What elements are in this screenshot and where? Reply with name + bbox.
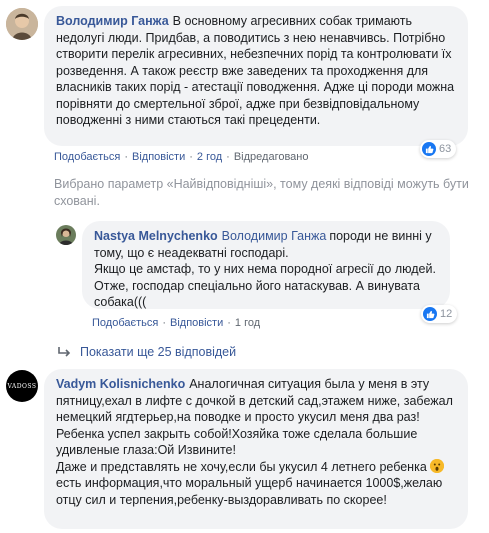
like-link[interactable]: Подобається — [54, 151, 120, 163]
surprised-emoji-icon — [430, 458, 445, 473]
avatar-logo: VADOSS — [7, 382, 37, 390]
comment-actions: Подобається · Відповісти · 2 год · Відре… — [54, 151, 309, 163]
like-icon — [423, 307, 437, 321]
reaction-count-value: 63 — [439, 143, 452, 155]
reaction-count[interactable]: 63 — [420, 140, 457, 158]
timestamp-link[interactable]: 2 год — [197, 151, 222, 163]
avatar[interactable] — [6, 8, 38, 40]
like-icon — [422, 142, 436, 156]
timestamp-link[interactable]: 1 год — [235, 317, 260, 329]
comment-bubble: Vadym Kolisnichenko Аналогичная ситуация … — [44, 369, 468, 529]
reply-bubble: Nastya Melnychenko Володимир Ганжа породи … — [82, 221, 450, 309]
comment-author[interactable]: Володимир Ганжа — [56, 14, 169, 28]
comment-text-continued: есть информация,что моральный ущерб начи… — [56, 476, 446, 507]
reply-actions: Подобається · Відповісти · 1 год — [92, 317, 261, 329]
profile-photo-icon — [6, 8, 38, 40]
reaction-count-value: 12 — [440, 308, 453, 320]
like-link[interactable]: Подобається — [92, 317, 158, 329]
reply-link[interactable]: Відповісти — [170, 317, 223, 329]
reply-mention[interactable]: Володимир Ганжа — [222, 229, 327, 243]
show-more-replies[interactable]: Показати ще 25 відповідей — [58, 345, 236, 359]
filter-notice: Вибрано параметр «Найвідповідніші», тому… — [54, 177, 469, 208]
comment-text: В основному агресивних собак тримають не… — [56, 14, 458, 127]
profile-photo-icon — [56, 225, 76, 245]
reply-author[interactable]: Nastya Melnychenko — [94, 229, 218, 243]
show-more-label: Показати ще 25 відповідей — [80, 345, 237, 359]
reply-link[interactable]: Відповісти — [132, 151, 185, 163]
edited-label: Відредаговано — [233, 151, 309, 163]
reply-arrow-icon — [58, 347, 71, 357]
reply-avatar[interactable] — [56, 225, 76, 245]
comment-author[interactable]: Vadym Kolisnichenko — [56, 377, 185, 391]
avatar[interactable]: VADOSS — [6, 370, 38, 402]
comment-bubble: Володимир Ганжа В основному агресивних со… — [44, 6, 468, 146]
reply-reaction-count[interactable]: 12 — [421, 305, 458, 323]
comment-text: Аналогичная ситуация была у меня в эту п… — [56, 377, 453, 474]
